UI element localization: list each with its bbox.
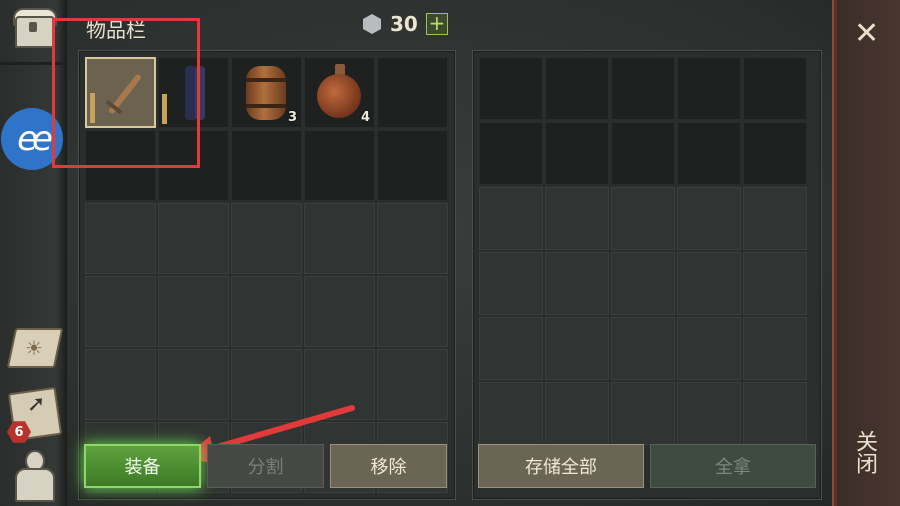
- empty-slot[interactable]: [231, 203, 302, 274]
- close-label[interactable]: 关闭: [852, 430, 880, 474]
- inventory-slot-flask[interactable]: 4: [304, 57, 375, 128]
- close-icon[interactable]: ✕: [854, 16, 879, 51]
- journal-book-icon[interactable]: ☀: [5, 320, 64, 376]
- empty-slot[interactable]: [677, 317, 741, 380]
- currency-value: 30: [390, 12, 418, 36]
- empty-slot[interactable]: [743, 122, 807, 185]
- empty-slot[interactable]: [611, 122, 675, 185]
- empty-slot[interactable]: [611, 187, 675, 250]
- empty-slot[interactable]: [677, 382, 741, 445]
- storage-panel: [472, 50, 822, 500]
- empty-slot[interactable]: [545, 317, 609, 380]
- empty-slot[interactable]: [377, 203, 448, 274]
- empty-slot[interactable]: [545, 122, 609, 185]
- empty-slot[interactable]: [545, 187, 609, 250]
- inventory-slot-barrel[interactable]: 3: [231, 57, 302, 128]
- empty-slot[interactable]: [377, 57, 448, 128]
- empty-slot[interactable]: [377, 276, 448, 347]
- empty-slot[interactable]: [677, 187, 741, 250]
- storage-grid: [479, 57, 807, 445]
- empty-slot[interactable]: [85, 203, 156, 274]
- empty-slot[interactable]: [479, 187, 543, 250]
- empty-slot[interactable]: [231, 276, 302, 347]
- gem-icon: [363, 14, 381, 34]
- empty-slot[interactable]: [85, 276, 156, 347]
- character-icon[interactable]: [5, 446, 61, 502]
- currency-display: 30 +: [362, 12, 448, 36]
- barrel-icon: [246, 66, 286, 120]
- empty-slot[interactable]: [743, 57, 807, 120]
- empty-slot[interactable]: [611, 57, 675, 120]
- remove-button[interactable]: 移除: [330, 444, 447, 488]
- empty-slot[interactable]: [479, 57, 543, 120]
- equip-button[interactable]: 装备: [84, 444, 201, 488]
- empty-slot[interactable]: [158, 203, 229, 274]
- empty-slot[interactable]: [377, 130, 448, 201]
- store-all-button[interactable]: 存储全部: [478, 444, 644, 488]
- empty-slot[interactable]: [479, 252, 543, 315]
- empty-slot[interactable]: [231, 130, 302, 201]
- empty-slot[interactable]: [545, 252, 609, 315]
- empty-slot[interactable]: [743, 317, 807, 380]
- empty-slot[interactable]: [479, 382, 543, 445]
- item-count: 3: [287, 110, 297, 125]
- empty-slot[interactable]: [743, 252, 807, 315]
- map-icon[interactable]: ➚ 6: [5, 384, 63, 443]
- empty-slot[interactable]: [377, 349, 448, 420]
- empty-slot[interactable]: [743, 187, 807, 250]
- empty-slot[interactable]: [545, 57, 609, 120]
- empty-slot[interactable]: [677, 252, 741, 315]
- empty-slot[interactable]: [479, 122, 543, 185]
- add-currency-button[interactable]: +: [425, 13, 448, 35]
- item-count: 4: [360, 110, 370, 125]
- empty-slot[interactable]: [611, 382, 675, 445]
- split-button[interactable]: 分割: [207, 444, 324, 488]
- empty-slot[interactable]: [545, 382, 609, 445]
- empty-slot[interactable]: [611, 252, 675, 315]
- empty-slot[interactable]: [743, 382, 807, 445]
- empty-slot[interactable]: [479, 317, 543, 380]
- empty-slot[interactable]: [85, 349, 156, 420]
- empty-slot[interactable]: [611, 317, 675, 380]
- empty-slot[interactable]: [304, 203, 375, 274]
- take-all-button[interactable]: 全拿: [650, 444, 816, 488]
- close-bar[interactable]: ✕ 关闭: [832, 0, 900, 506]
- empty-slot[interactable]: [304, 276, 375, 347]
- empty-slot[interactable]: [677, 57, 741, 120]
- highlight-box: [52, 18, 200, 168]
- empty-slot[interactable]: [158, 276, 229, 347]
- empty-slot[interactable]: [304, 130, 375, 201]
- empty-slot[interactable]: [677, 122, 741, 185]
- flask-icon: [317, 74, 361, 118]
